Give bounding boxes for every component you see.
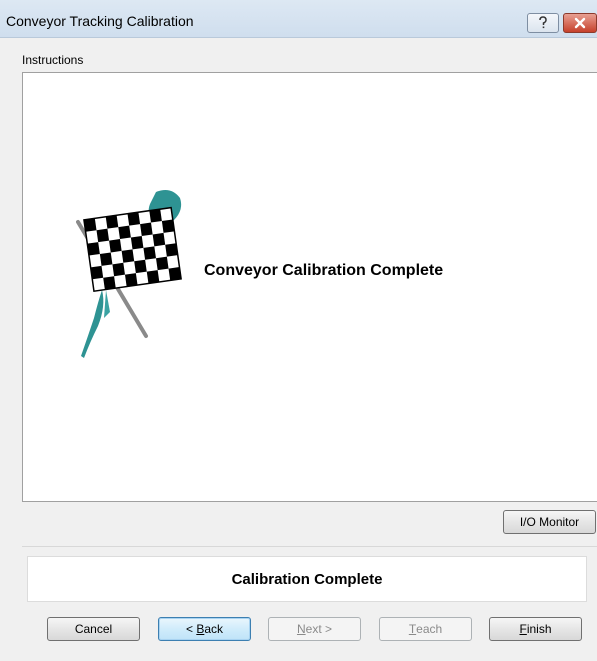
completion-message: Conveyor Calibration Complete: [204, 262, 444, 279]
next-arrow: >: [325, 622, 333, 636]
checkered-flag-icon: [76, 190, 182, 358]
finish-mnemonic: F: [519, 622, 527, 636]
next-mnemonic: N: [296, 622, 306, 636]
close-x-icon: [574, 17, 586, 29]
io-monitor-button[interactable]: I/O Monitor: [503, 510, 596, 534]
next-button: Next >: [268, 617, 361, 641]
teach-mnemonic: T: [408, 622, 417, 636]
status-box: Calibration Complete: [27, 556, 587, 602]
back-mnemonic: B: [196, 622, 205, 636]
teach-label-rest: each: [416, 622, 443, 636]
next-label-rest: ext: [305, 622, 322, 636]
back-arrow: <: [185, 622, 193, 636]
divider: [22, 546, 597, 547]
help-button[interactable]: [527, 13, 559, 33]
status-text: Calibration Complete: [231, 570, 383, 588]
cancel-button[interactable]: Cancel: [47, 617, 140, 641]
back-label-rest: ack: [204, 622, 224, 636]
finish-button[interactable]: Finish: [489, 617, 582, 641]
close-button[interactable]: [563, 13, 597, 33]
instructions-label: Instructions: [22, 53, 84, 67]
title-bar: Conveyor Tracking Calibration: [0, 0, 597, 38]
help-question-icon: [539, 16, 547, 29]
window-title: Conveyor Tracking Calibration: [6, 13, 194, 29]
back-button[interactable]: < Back: [158, 617, 251, 641]
teach-button: Teach: [379, 617, 472, 641]
finish-label-rest: inish: [526, 622, 552, 636]
